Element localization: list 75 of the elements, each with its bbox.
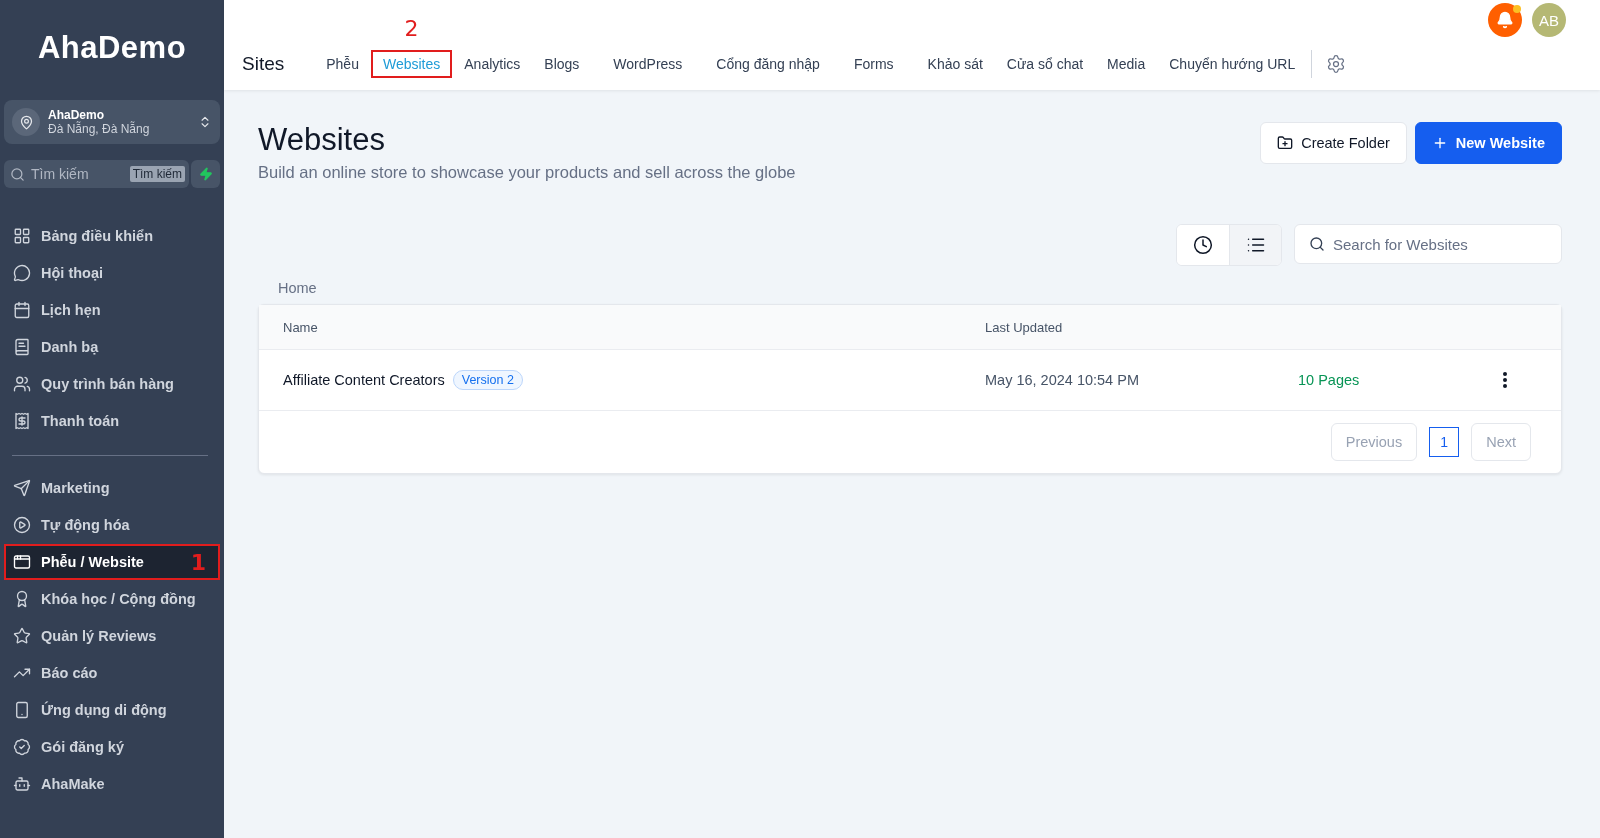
clock-icon (1193, 235, 1213, 255)
nav-tab[interactable]: Chuyển hướng URL (1157, 50, 1308, 78)
create-folder-button[interactable]: Create Folder (1260, 122, 1407, 164)
phone-icon (13, 701, 31, 719)
sidebar-item[interactable]: Phễu / Website 1 (4, 544, 220, 580)
nav-tab[interactable]: Phễu (314, 50, 371, 78)
logo: AhaDemo (36, 30, 188, 66)
quick-action-button[interactable] (191, 160, 220, 188)
sidebar-item[interactable]: Hội thoại (4, 255, 220, 291)
settings-icon[interactable] (1326, 54, 1347, 74)
account-name: AhaDemo (48, 108, 105, 122)
new-website-button[interactable]: New Website (1414, 122, 1562, 164)
bell-icon (1496, 11, 1514, 29)
table-cell-text: May 16, 2024 10:54 PM (985, 372, 1140, 388)
search-icon (10, 166, 25, 182)
receipt-icon (13, 412, 31, 430)
nav-tab[interactable]: Blogs (532, 50, 592, 78)
nav-tab[interactable]: Forms (841, 50, 906, 78)
sidebar-item[interactable]: Thanh toán (4, 403, 220, 439)
pages-count[interactable]: 10 Pages (1298, 372, 1360, 388)
folder-plus-icon (1277, 135, 1294, 151)
book-icon (13, 338, 31, 356)
sidebar-item[interactable]: Ứng dụng di động (4, 692, 220, 728)
nav-tab[interactable]: Analytics (452, 50, 533, 78)
lightning-icon (198, 167, 213, 181)
search-field[interactable]: Tìm kiếm (29, 165, 126, 183)
browser-window-icon (13, 553, 31, 571)
nav-tab[interactable]: Cửa sổ chat (994, 50, 1096, 78)
calendar-icon (13, 301, 31, 319)
nav-tab[interactable]: WordPress (601, 50, 695, 78)
sidebar-item[interactable]: Gói đăng ký (4, 729, 220, 765)
list-icon (1245, 235, 1266, 255)
badge-icon (13, 738, 31, 756)
search-box[interactable]: Tìm kiếm Tìm kiếm (4, 160, 189, 188)
sidebar-item[interactable]: Quản lý Reviews (4, 618, 220, 654)
chat-bubble-icon (13, 264, 31, 282)
annotation-number: 2 (404, 16, 419, 41)
sidebar-item[interactable]: Quy trình bán hàng (4, 366, 220, 402)
sidebar-item[interactable]: AhaMake (4, 766, 220, 802)
shortcut-label: Tìm kiếm (129, 166, 185, 182)
view-toggle[interactable] (1229, 225, 1281, 265)
notification-button[interactable] (1488, 3, 1522, 37)
page-title: Websites (258, 122, 386, 158)
star-icon (13, 627, 31, 645)
location-icon (12, 108, 40, 136)
sidebar-item[interactable]: Tự động hóa (4, 507, 220, 543)
nav-tab[interactable]: Khảo sát (915, 50, 995, 78)
page-number-button[interactable]: 1 (1429, 427, 1460, 457)
people-icon (13, 375, 31, 393)
sidebar-item[interactable]: Báo cáo (4, 655, 220, 691)
nav-tab[interactable]: Media (1095, 50, 1158, 78)
sidebar-item[interactable]: Marketing (4, 470, 220, 506)
robot-icon (13, 775, 31, 793)
page-subtitle: Build an online store to showcase your products and sell across the globe (258, 163, 796, 182)
sidebar-item[interactable]: Danh bạ (4, 329, 220, 365)
play-circle-icon (13, 516, 31, 534)
website-name[interactable]: Affiliate Content Creators (283, 372, 445, 388)
sidebar-item[interactable]: Bảng điều khiển (4, 218, 220, 254)
annotation-number: 1 (190, 549, 206, 575)
sidebar-item[interactable]: Khóa học / Cộng đồng (4, 581, 220, 617)
section-title: Sites (242, 53, 285, 75)
more-icon (1503, 372, 1507, 388)
column-header: Last Updated (985, 319, 1064, 335)
account-switcher[interactable]: AhaDemo Đà Nẵng, Đà Nẵng (4, 100, 220, 144)
more-options-button[interactable] (1503, 372, 1507, 388)
search-icon (1309, 236, 1325, 252)
search-box[interactable]: Search for Websites (1294, 224, 1562, 264)
paper-plane-icon (13, 479, 31, 497)
account-location: Đà Nẵng, Đà Nẵng (48, 122, 151, 136)
sidebar-item[interactable]: Lịch hẹn (4, 292, 220, 328)
breadcrumb[interactable]: Home (278, 280, 1562, 296)
version-badge: Version 2 (452, 370, 523, 390)
column-header: Name (283, 319, 319, 335)
nav-tab[interactable]: Cổng đăng nhập (704, 50, 832, 78)
grid-icon (13, 227, 31, 245)
